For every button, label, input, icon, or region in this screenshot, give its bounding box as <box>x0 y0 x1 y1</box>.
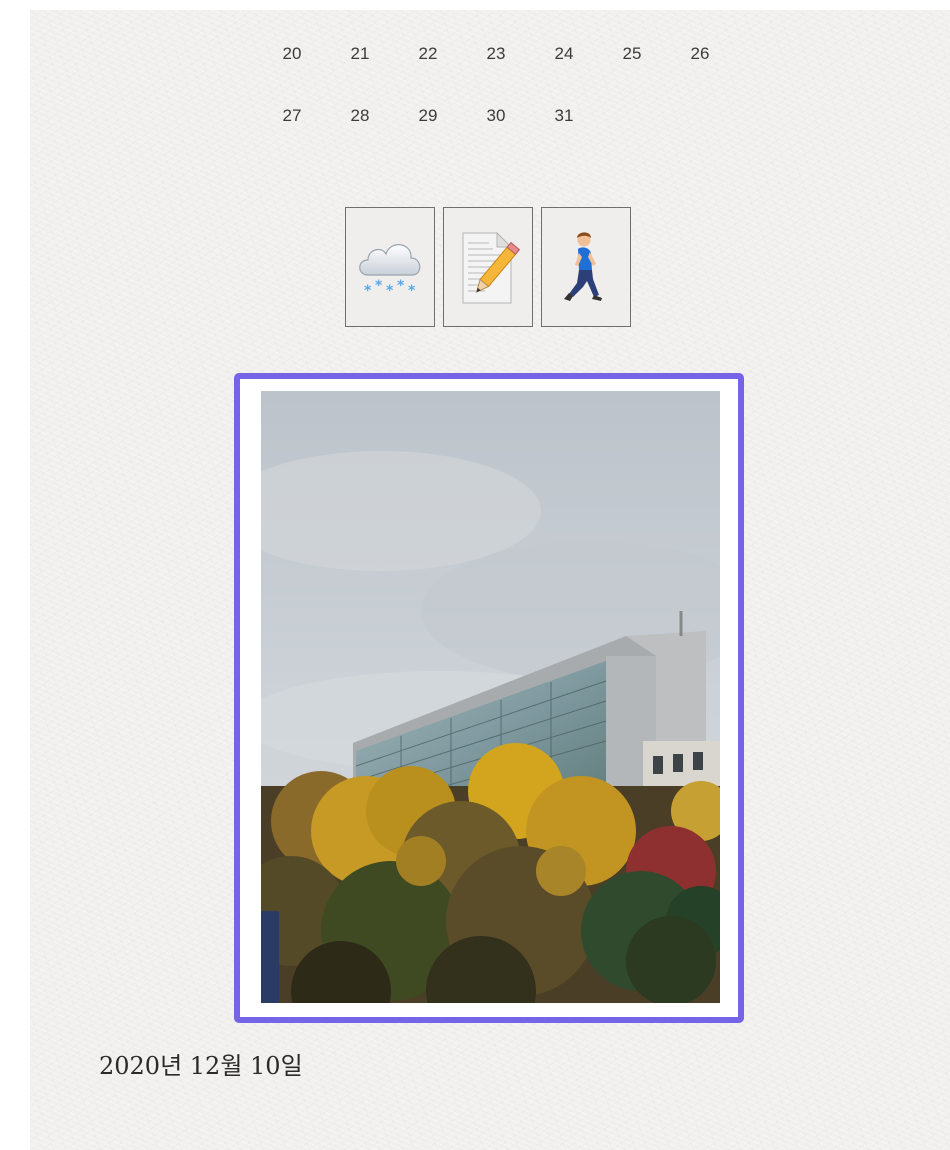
calendar-day[interactable]: 23 <box>462 42 530 66</box>
calendar-day[interactable]: 22 <box>394 42 462 66</box>
cloud-snow-icon: * * * * * <box>359 244 421 299</box>
entry-icon-bar: * * * * * <box>345 207 631 327</box>
calendar-day[interactable]: 25 <box>598 42 666 66</box>
calendar-day[interactable]: 29 <box>394 104 462 128</box>
svg-text:*: * <box>364 283 372 299</box>
calendar-week-row: 27 28 29 30 31 <box>258 104 598 128</box>
entry-date: 2020년 12월 10일 <box>99 1052 303 1080</box>
photo[interactable] <box>261 391 720 1003</box>
calendar-day[interactable]: 31 <box>530 104 598 128</box>
memo-pencil-icon <box>462 231 521 304</box>
calendar-day[interactable]: 28 <box>326 104 394 128</box>
svg-text:*: * <box>375 278 383 294</box>
weather-button[interactable]: * * * * * <box>345 207 435 327</box>
svg-text:*: * <box>397 278 405 294</box>
svg-text:*: * <box>386 283 394 299</box>
activity-button[interactable] <box>541 207 631 327</box>
photo-frame[interactable] <box>234 373 744 1023</box>
building-photo-image <box>261 391 720 1003</box>
calendar-day[interactable]: 27 <box>258 104 326 128</box>
calendar-day[interactable]: 21 <box>326 42 394 66</box>
calendar-day[interactable]: 24 <box>530 42 598 66</box>
calendar-day[interactable]: 30 <box>462 104 530 128</box>
note-button[interactable] <box>443 207 533 327</box>
svg-text:*: * <box>408 283 416 299</box>
calendar-week-row: 20 21 22 23 24 25 26 <box>258 42 734 66</box>
walking-person-icon <box>564 232 602 301</box>
calendar-day[interactable]: 26 <box>666 42 734 66</box>
calendar-day[interactable]: 20 <box>258 42 326 66</box>
